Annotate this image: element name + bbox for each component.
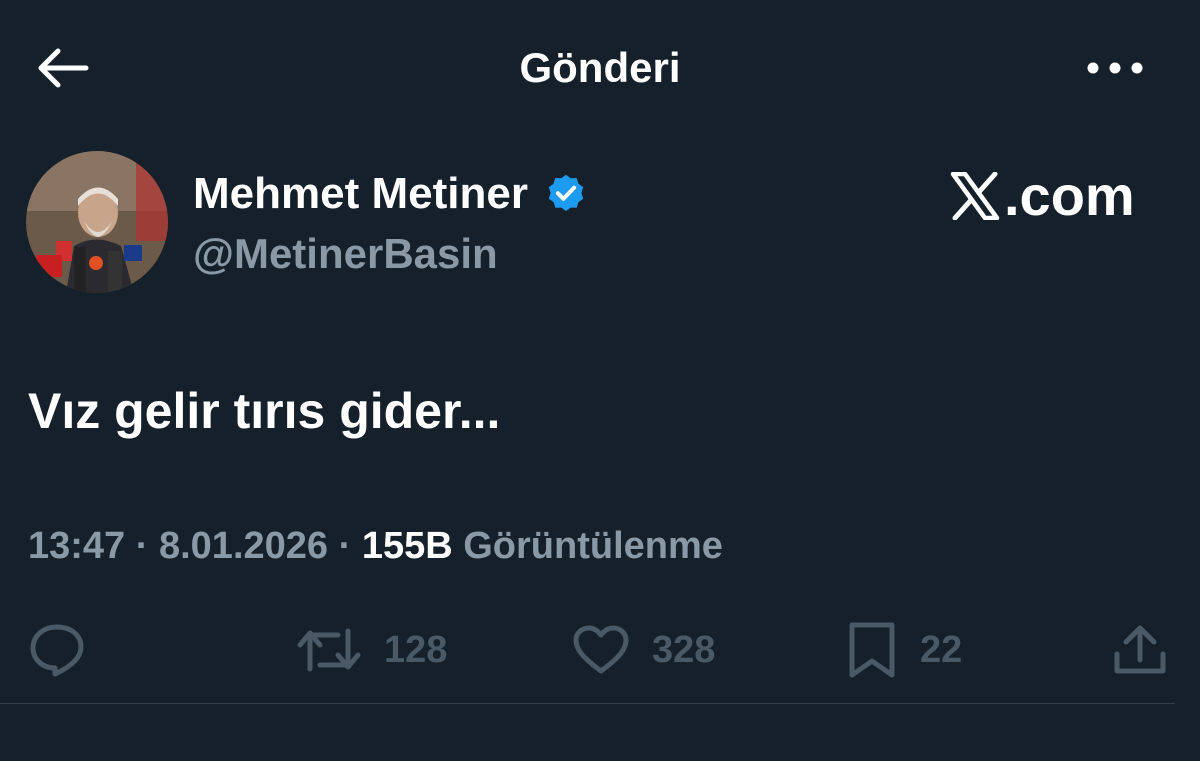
- heart-icon: [573, 625, 629, 674]
- x-brand-watermark: .com: [950, 166, 1135, 226]
- bookmark-button[interactable]: 22: [846, 620, 962, 680]
- meta-separator: ·: [135, 525, 149, 567]
- author-name-row: Mehmet Metiner: [193, 165, 588, 223]
- like-count: 328: [652, 628, 716, 671]
- share-icon: [1114, 625, 1166, 674]
- retweet-icon: [297, 628, 361, 672]
- author-name[interactable]: Mehmet Metiner: [193, 165, 528, 223]
- like-button[interactable]: 328: [572, 620, 715, 680]
- profile-photo: [26, 151, 168, 293]
- page-title: Gönderi: [519, 44, 681, 91]
- retweet-button[interactable]: 128: [296, 620, 447, 680]
- divider: [0, 703, 1175, 704]
- author-handle[interactable]: @MetinerBasin: [193, 228, 498, 280]
- verified-badge-icon: [548, 174, 584, 212]
- bookmark-icon: [849, 622, 895, 678]
- retweet-count: 128: [384, 628, 448, 671]
- reply-icon: [30, 624, 84, 677]
- back-button[interactable]: [30, 38, 94, 98]
- tweet-meta: 13:47 · 8.01.2026 · 155B Görüntülenme: [28, 520, 723, 572]
- arrow-left-icon: [38, 48, 89, 88]
- bookmark-count: 22: [920, 628, 963, 671]
- more-horizontal-icon: [1087, 62, 1143, 74]
- avatar[interactable]: [26, 151, 168, 293]
- meta-separator: ·: [338, 525, 352, 567]
- reply-button[interactable]: [28, 620, 86, 680]
- views-label: Görüntülenme: [463, 525, 723, 567]
- tweet-text: Vız gelir tırıs gider...: [28, 383, 501, 439]
- share-button[interactable]: [1112, 620, 1168, 680]
- more-options-button[interactable]: [1080, 38, 1150, 98]
- x-logo-icon: [950, 172, 1000, 220]
- tweet-date[interactable]: 8.01.2026: [159, 525, 328, 567]
- brand-suffix: .com: [1004, 164, 1135, 227]
- views-count: 155B: [361, 525, 453, 567]
- tweet-time[interactable]: 13:47: [28, 525, 125, 567]
